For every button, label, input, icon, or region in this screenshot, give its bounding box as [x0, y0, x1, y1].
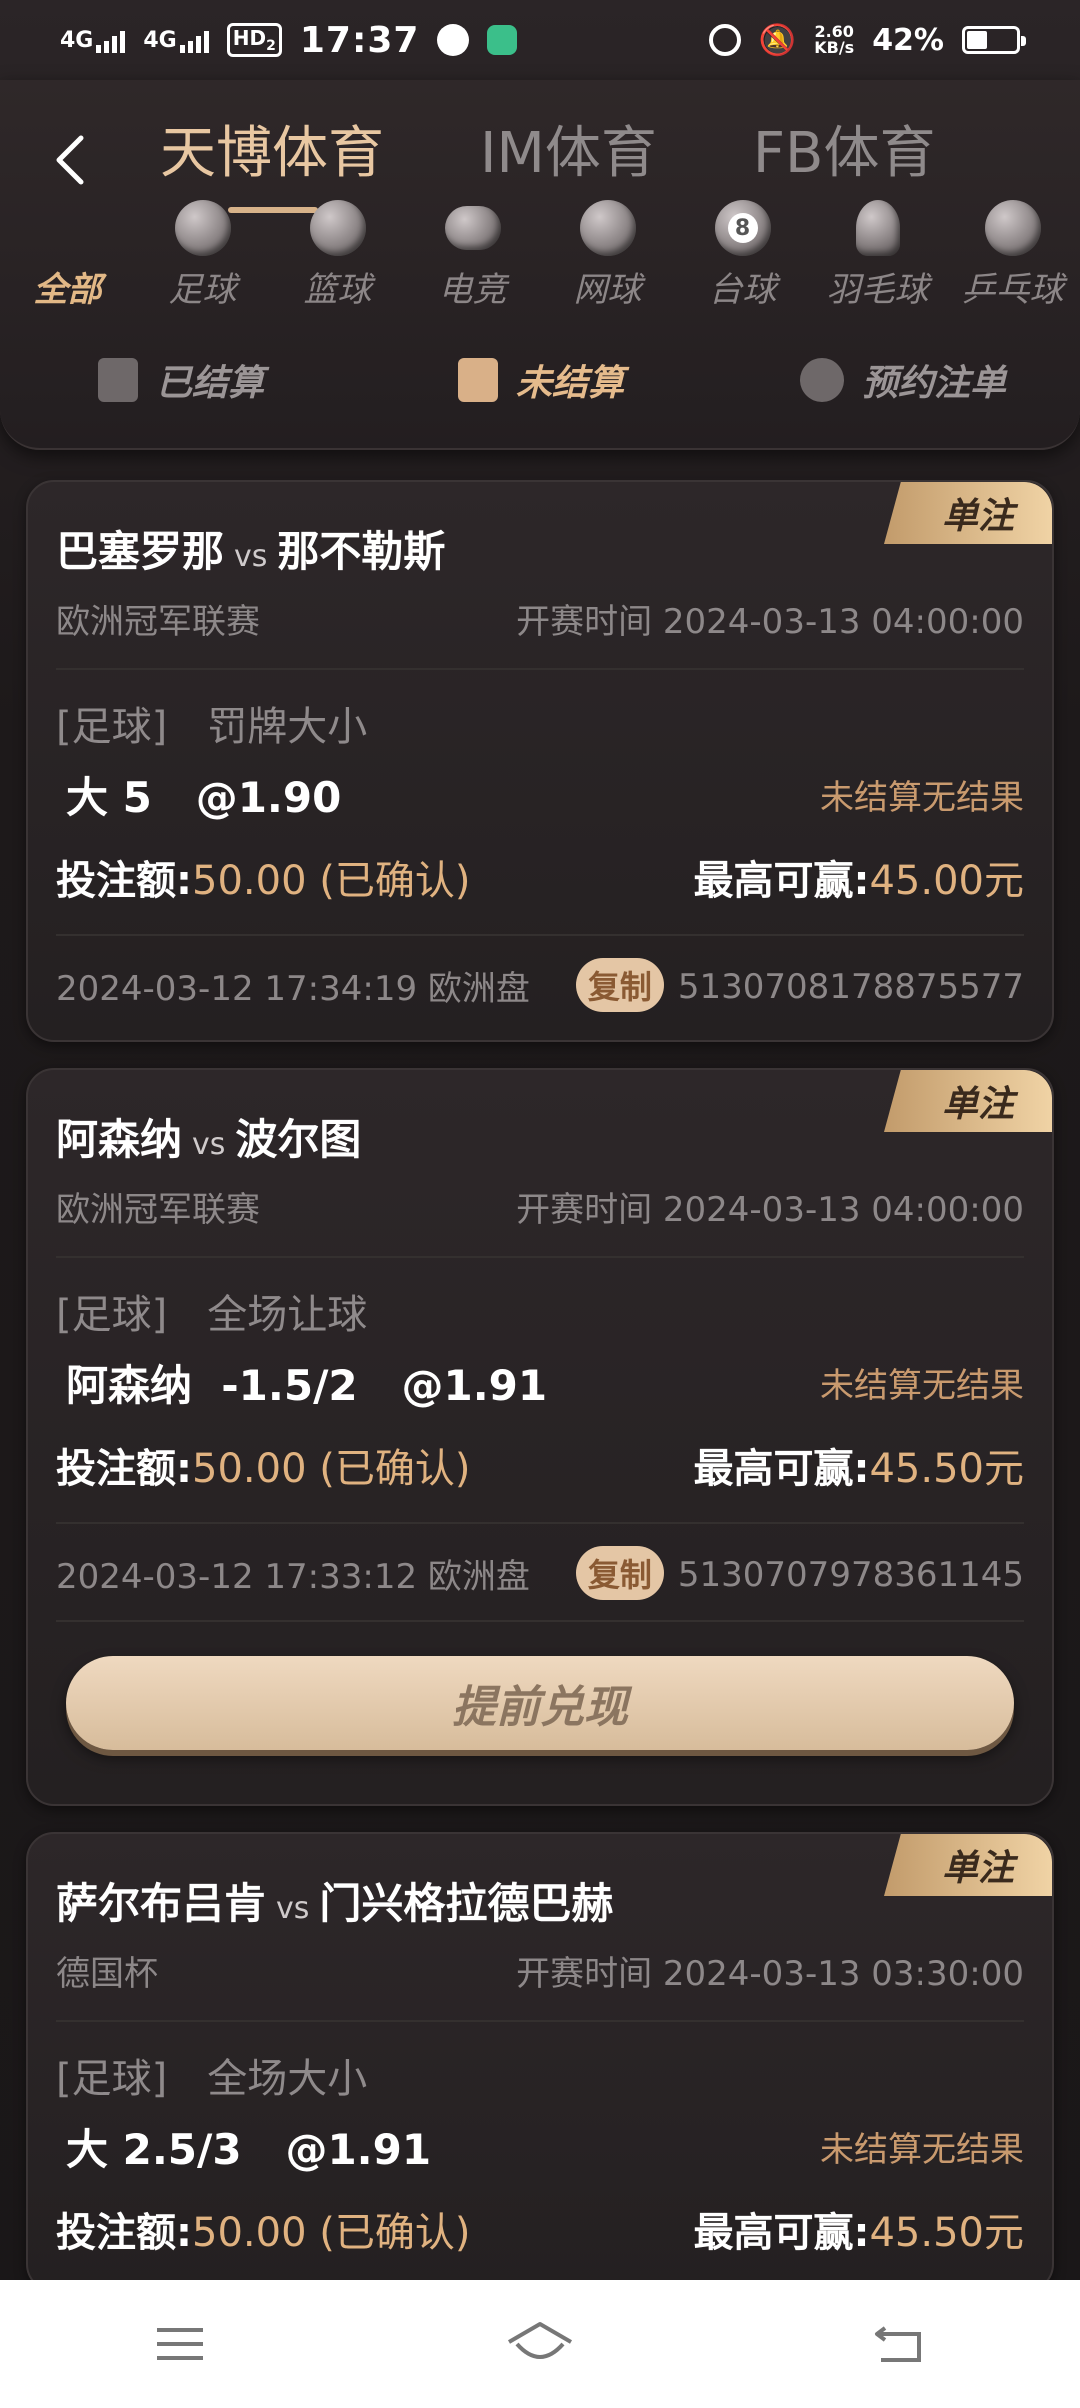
billiards-icon: 8 [714, 200, 771, 256]
tab-fb[interactable]: FB体育 [753, 108, 936, 189]
bet-selection: 大 5 @1.90 [66, 773, 342, 822]
tab-scheduled-bets[interactable]: 预约注单 [800, 354, 1006, 406]
max-win: 最高可赢:45.50元 [693, 2210, 1024, 2256]
cash-out-button[interactable]: 提前兑现 [66, 1656, 1014, 1750]
order-id: 5130707978361145 [677, 1555, 1024, 1595]
bet-status: 未结算无结果 [820, 2130, 1024, 2170]
pingpong-icon [984, 200, 1041, 256]
signal-1-indicator: 4G [60, 28, 126, 53]
football-icon [174, 200, 231, 256]
menu-button[interactable] [130, 2309, 230, 2379]
back-arrow-icon [875, 2326, 921, 2362]
stake-amount: 投注额:50.00 (已确认) [56, 1446, 471, 1492]
home-button[interactable] [490, 2309, 590, 2379]
max-win: 最高可赢:45.00元 [693, 858, 1024, 904]
tab-tianbo[interactable]: 天博体育 [160, 108, 384, 213]
bet-records-screen: 4G 4G HD2 17:37 🔕 2.60 KB/s 42% 天博体育 IM体… [0, 0, 1080, 2408]
bet-placed-time: 2024-03-12 17:33:12 欧洲盘 [56, 1556, 530, 1597]
sport-pingpong[interactable]: 乒乓球 [945, 200, 1080, 320]
copy-order-button[interactable]: 复制 [575, 958, 664, 1012]
hd-voice-badge: HD2 [226, 23, 282, 57]
tennis-icon [579, 200, 636, 256]
bet-market: [足球] 全场让球 [56, 1292, 368, 1338]
mute-bell-icon: 🔕 [758, 22, 797, 58]
settlement-tabs: 已结算 未结算 预约注单 [0, 340, 1080, 420]
bet-placed-time: 2024-03-12 17:34:19 欧洲盘 [56, 968, 530, 1009]
status-bar: 4G 4G HD2 17:37 🔕 2.60 KB/s 42% [0, 0, 1080, 80]
match-title: 萨尔布吕肯 vs 门兴格拉德巴赫 [56, 1879, 614, 1928]
bet-card[interactable]: 单注 巴塞罗那 vs 那不勒斯 欧洲冠军联赛 开赛时间 2024-03-13 04:… [26, 480, 1054, 1042]
divider [56, 1620, 1024, 1622]
all-grid-icon [40, 200, 96, 256]
sport-billiards[interactable]: 8 台球 [675, 200, 810, 320]
sport-all[interactable]: 全部 [0, 200, 135, 320]
match-title: 阿森纳 vs 波尔图 [56, 1115, 362, 1164]
bet-selection: 阿森纳 -1.5/2 @1.91 [66, 1361, 548, 1410]
signal-2-indicator: 4G [143, 28, 209, 53]
order-id: 5130708178875577 [677, 967, 1024, 1007]
league-name: 德国杯 [56, 1954, 158, 1994]
stake-amount: 投注额:50.00 (已确认) [56, 858, 471, 904]
home-icon [507, 2322, 573, 2359]
match-title: 巴塞罗那 vs 那不勒斯 [56, 527, 446, 576]
battery-percent: 42% [872, 22, 944, 58]
match-start-time: 开赛时间 2024-03-13 04:00:00 [516, 1190, 1024, 1230]
bet-market: [足球] 全场大小 [56, 2056, 368, 2102]
sport-badminton[interactable]: 羽毛球 [810, 200, 945, 320]
chevron-left-icon [56, 135, 84, 185]
bet-card[interactable]: 单注 萨尔布吕肯 vs 门兴格拉德巴赫 德国杯 开赛时间 2024-03-13 03… [26, 1832, 1054, 2292]
sport-football[interactable]: 足球 [135, 200, 270, 320]
back-nav-button[interactable] [850, 2309, 950, 2379]
clock-icon [800, 358, 844, 402]
max-win: 最高可赢:45.50元 [693, 1446, 1024, 1492]
divider [56, 1522, 1024, 1524]
wechat-icon [437, 24, 470, 56]
divider [56, 934, 1024, 936]
header-panel: 天博体育 IM体育 FB体育 全部 足球 篮球 电竞 网球 8 台球 羽毛球 乒… [0, 80, 1080, 450]
bet-card[interactable]: 单注 阿森纳 vs 波尔图 欧洲冠军联赛 开赛时间 2024-03-13 04:00… [26, 1068, 1054, 1806]
divider [56, 668, 1024, 670]
platform-tabs: 天博体育 IM体育 FB体育 [160, 98, 1020, 213]
bet-selection: 大 2.5/3 @1.91 [66, 2125, 432, 2174]
menu-icon [157, 2328, 203, 2360]
bet-status: 未结算无结果 [820, 1366, 1024, 1406]
badminton-icon [855, 200, 900, 256]
copy-order-button[interactable]: 复制 [575, 1546, 664, 1600]
alarm-icon [708, 24, 741, 56]
tab-im[interactable]: IM体育 [480, 108, 657, 189]
bet-status: 未结算无结果 [820, 778, 1024, 818]
stake-amount: 投注额:50.00 (已确认) [56, 2210, 471, 2256]
battery-icon [962, 26, 1026, 54]
divider [56, 1256, 1024, 1258]
match-start-time: 开赛时间 2024-03-13 03:30:00 [516, 1954, 1024, 1994]
system-navigation-bar [0, 2280, 1080, 2408]
sport-basketball[interactable]: 篮球 [270, 200, 405, 320]
league-name: 欧洲冠军联赛 [56, 602, 260, 642]
network-speed: 2.60 KB/s [814, 22, 855, 57]
league-name: 欧洲冠军联赛 [56, 1190, 260, 1230]
basketball-icon [309, 200, 366, 256]
clock-time: 17:37 [299, 19, 420, 61]
sport-tennis[interactable]: 网球 [540, 200, 675, 320]
divider [56, 2020, 1024, 2022]
sport-esports[interactable]: 电竞 [405, 200, 540, 320]
unsettled-icon [458, 358, 498, 402]
gamepad-icon [444, 206, 501, 250]
bet-market: [足球] 罚牌大小 [56, 704, 368, 750]
tab-unsettled[interactable]: 未结算 [458, 354, 624, 406]
match-start-time: 开赛时间 2024-03-13 04:00:00 [516, 602, 1024, 642]
tab-settled[interactable]: 已结算 [98, 354, 264, 406]
back-button[interactable] [48, 130, 92, 190]
settled-icon [98, 358, 138, 402]
sport-filter-bar: 全部 足球 篮球 电竞 网球 8 台球 羽毛球 乒乓球 [0, 200, 1080, 320]
app-notification-icon [487, 25, 518, 55]
